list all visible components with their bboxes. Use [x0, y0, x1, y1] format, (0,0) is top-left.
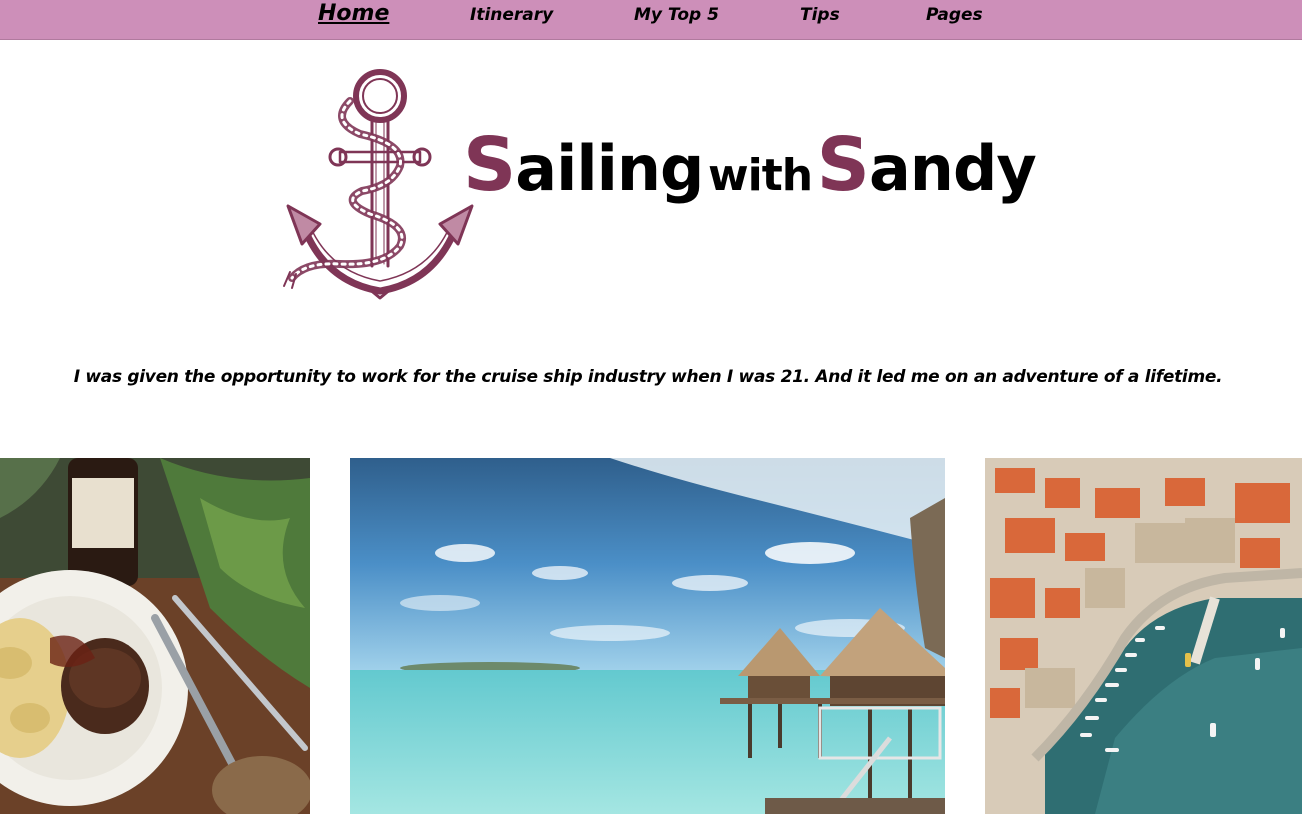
nav-link-pages[interactable]: Pages [926, 5, 983, 25]
anchor-icon [280, 66, 475, 300]
site-title: Sailing with Sandy [463, 122, 1037, 208]
title-word-with: with [708, 150, 813, 201]
nav-link-my-top-5[interactable]: My Top 5 [634, 5, 719, 25]
title-letter-s1: S [463, 122, 516, 208]
title-word-ailing: ailing [515, 132, 704, 205]
harbor-aerial-photo[interactable] [985, 458, 1302, 814]
tagline: I was given the opportunity to work for … [73, 367, 1223, 387]
title-letter-s2: S [816, 122, 870, 208]
top-navigation-bar: Home Itinerary My Top 5 Tips Pages [0, 0, 1302, 40]
title-word-andy: andy [868, 132, 1037, 205]
nav-link-itinerary[interactable]: Itinerary [470, 5, 553, 25]
nav-link-home[interactable]: Home [318, 1, 389, 26]
overwater-bungalows-photo[interactable] [350, 458, 945, 814]
steak-dinner-photo[interactable] [0, 458, 310, 814]
nav-link-tips[interactable]: Tips [800, 5, 840, 25]
